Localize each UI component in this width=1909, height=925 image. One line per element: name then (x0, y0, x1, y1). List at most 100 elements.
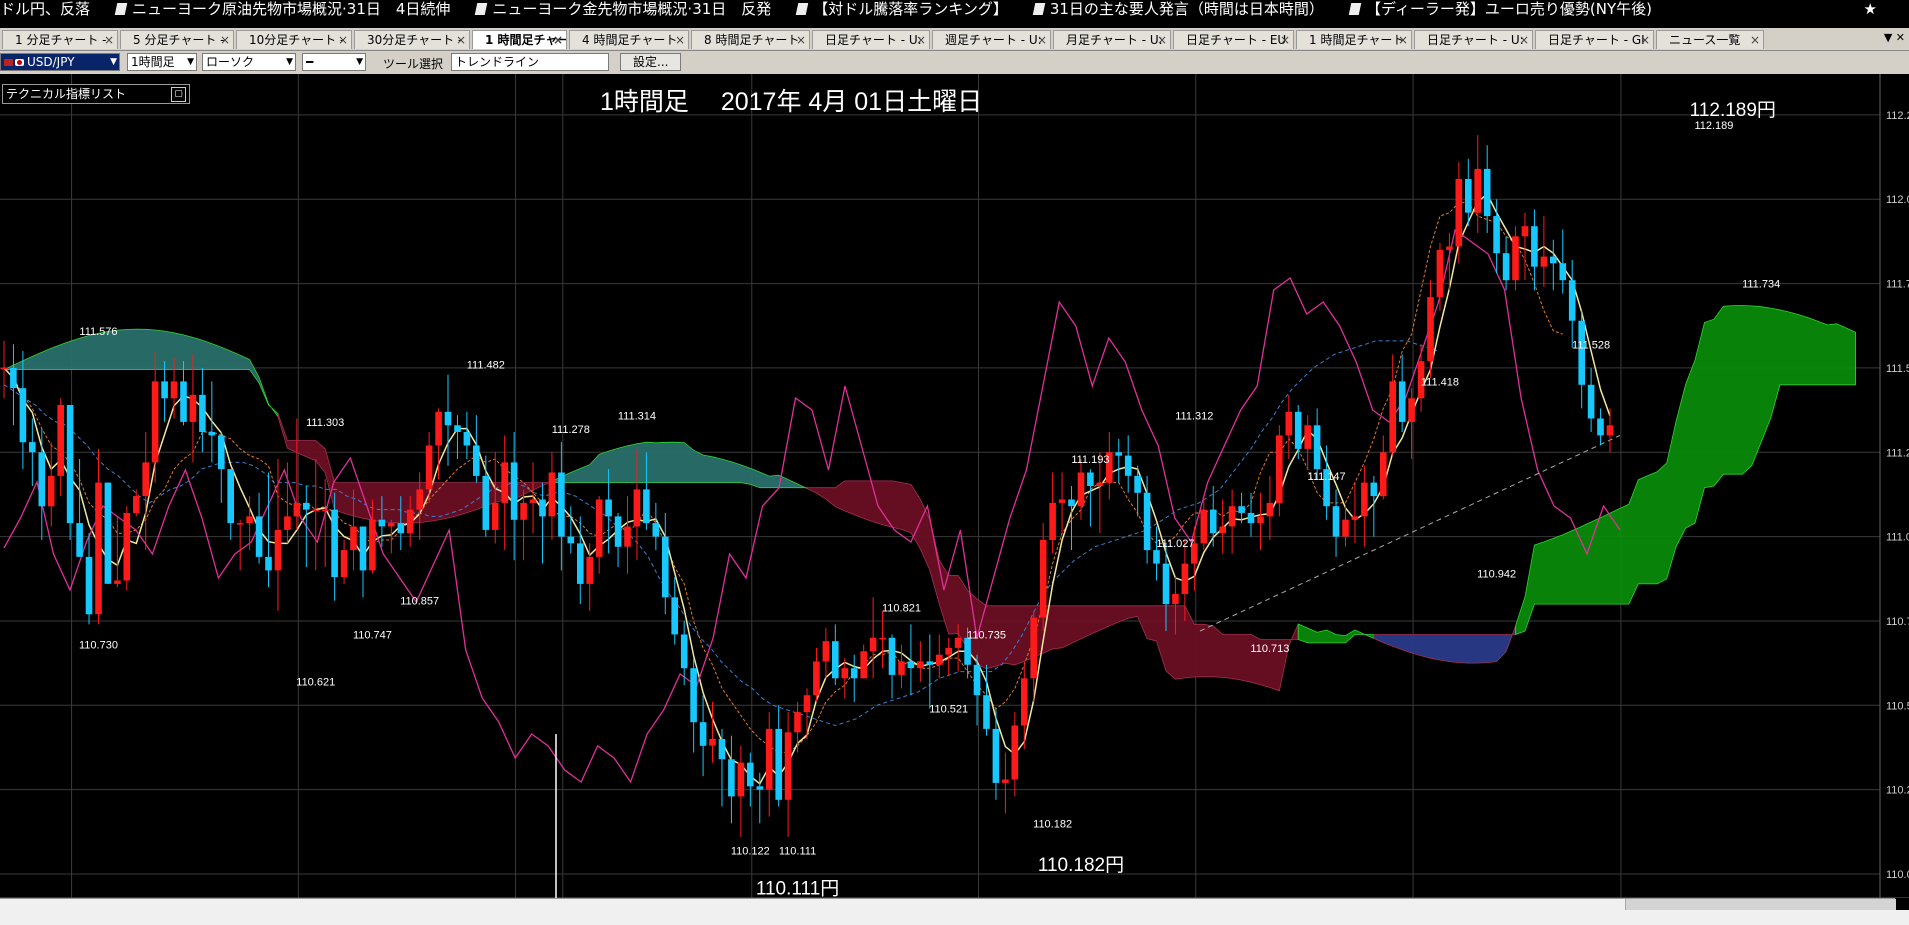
tab-chart-13[interactable]: 日足チャート - U: × (1414, 30, 1533, 49)
candle-body (529, 499, 537, 503)
candle-body (1021, 678, 1028, 726)
candle-body (350, 526, 357, 551)
candle-body (1436, 249, 1444, 297)
candle-body (161, 381, 168, 399)
tab-chart-9[interactable]: 週足チャート - U: × (932, 30, 1051, 49)
tab-chart-10[interactable]: 月足チャート - U: × (1053, 30, 1171, 49)
panel-close-icon[interactable]: ▢ (171, 87, 186, 102)
price-label: 111.734 (1742, 279, 1780, 291)
tab-chart-2[interactable]: 5 分足チャート - × (120, 30, 234, 49)
news-item[interactable]: ニューヨーク金先物市場概況·31日 反発 (475, 0, 771, 18)
candle-body (1446, 246, 1453, 250)
candle-body (1058, 499, 1066, 503)
timeframe-select[interactable]: 1時間足 ▼ (127, 53, 197, 71)
timeframe-value: 1時間足 (131, 55, 175, 69)
candle-body (643, 489, 650, 524)
price-label: 110.621 (296, 677, 335, 689)
candle-body (1531, 226, 1538, 267)
tab-chart-5[interactable]: 1 時間足チャート× (472, 30, 567, 49)
tab-chart-11[interactable]: 日足チャート - EU × (1173, 30, 1294, 49)
candle-body (142, 462, 149, 497)
line-style-value: ━ (306, 55, 314, 69)
candle-body (1304, 425, 1311, 449)
candle-body (1077, 472, 1085, 507)
line-style-select[interactable]: ━ ▼ (302, 53, 366, 71)
tab-chart-12[interactable]: 1 時間足チャート × (1296, 30, 1412, 49)
candle-body (577, 543, 584, 584)
tab-chart-1[interactable]: 1 分足チャート - × (2, 30, 118, 49)
tab-close-icon[interactable]: × (916, 31, 926, 49)
y-tick-label: 110.25 (1886, 785, 1909, 797)
candle-body (406, 509, 414, 534)
price-label: 110.521 (929, 704, 968, 716)
candle-body (1502, 253, 1510, 281)
tab-close-icon[interactable]: × (1750, 31, 1760, 49)
chevron-down-icon: ▼ (187, 57, 194, 67)
candle-body (1068, 499, 1075, 507)
candle-body (888, 637, 896, 675)
tab-label: 10分足チャート - (249, 33, 345, 47)
tab-close-icon[interactable]: × (1640, 31, 1650, 49)
chart-tab-bar: ▼ ✕ 1 分足チャート - × 5 分足チャート - × 10分足チャート - × 30分… (0, 28, 1909, 51)
document-icon (114, 3, 128, 15)
chart-background (0, 74, 1909, 898)
pair-select[interactable]: USD/JPY ▼ (0, 53, 120, 71)
tab-close-icon[interactable]: × (1519, 31, 1529, 49)
tab-close-icon[interactable]: × (1398, 31, 1408, 49)
candle-body (10, 367, 17, 389)
candle-body (1247, 513, 1255, 524)
candle-body (945, 647, 952, 655)
settings-button[interactable]: 設定... (620, 53, 682, 71)
news-text: 【対ドル騰落率ランキング】 (813, 0, 1008, 18)
news-item[interactable]: 31日の主な要人発言（時間は日本時間） (1032, 0, 1324, 18)
tab-close-icon[interactable]: × (220, 31, 230, 49)
indicator-list-panel[interactable]: テクニカル指標リスト ▢ (2, 84, 190, 104)
y-tick-label: 110.00 (1886, 869, 1909, 881)
price-label: 111.027 (1156, 538, 1194, 550)
document-icon (475, 3, 488, 15)
tab-menu-icon[interactable]: ▼ ✕ (1884, 31, 1905, 44)
price-chart[interactable]: 111.576 110.730 110.621 111.303 110.747 110.8… (0, 74, 1909, 915)
news-item[interactable]: ドル円、反落 (0, 0, 90, 18)
candle-body (303, 502, 310, 510)
candle-body (1200, 509, 1208, 544)
candle-body (784, 732, 792, 800)
tab-close-icon[interactable]: × (104, 31, 114, 49)
candle-body (1219, 526, 1226, 534)
tab-chart-4[interactable]: 30分足チャート - × (354, 30, 470, 49)
candle-body (293, 502, 301, 517)
candle-body (133, 496, 140, 513)
candle-body (1162, 563, 1170, 605)
news-item[interactable]: 【ディーラー発】ユーロ売り優勢(NY午後) (1348, 0, 1652, 18)
tab-close-icon[interactable]: × (1280, 31, 1290, 49)
tab-chart-15[interactable]: ニュース一覧 × (1656, 30, 1764, 49)
tool-select[interactable]: トレンドライン (451, 53, 609, 71)
tab-close-icon[interactable]: × (1157, 31, 1167, 49)
tab-close-icon[interactable]: × (675, 31, 685, 49)
news-text: 【ディーラー発】ユーロ売り優勢(NY午後) (1365, 0, 1652, 18)
tab-chart-7[interactable]: 8 時間足チャート × (691, 30, 810, 49)
tab-chart-8[interactable]: 日足チャート - U: × (812, 30, 930, 49)
tab-close-icon[interactable]: × (553, 31, 563, 49)
chart-type-value: ローソク (206, 55, 255, 69)
price-label: 111.418 (1421, 377, 1459, 389)
news-item[interactable]: 【対ドル騰落率ランキング】 (796, 0, 1008, 18)
tab-chart-14[interactable]: 日足チャート - GI × (1535, 30, 1654, 49)
candle-body (369, 519, 376, 571)
candle-body (614, 516, 622, 547)
tab-close-icon[interactable]: × (1037, 31, 1047, 49)
news-item[interactable]: ニューヨーク原油先物市場概況·31日 4日続伸 (114, 0, 450, 18)
candle-body (898, 661, 905, 675)
candle-body (803, 695, 811, 713)
tab-close-icon[interactable]: × (796, 31, 806, 49)
tab-chart-6[interactable]: 4 時間足チャート × (569, 30, 689, 49)
star-icon[interactable]: ★ (1864, 0, 1877, 18)
chart-type-select[interactable]: ローソク ▼ (202, 53, 296, 71)
tab-close-icon[interactable]: × (456, 31, 466, 49)
tab-chart-3[interactable]: 10分足チャート - × (236, 30, 352, 49)
candle-body (633, 489, 641, 527)
candle-body (832, 641, 839, 679)
tab-close-icon[interactable]: × (338, 31, 348, 49)
candle-body (331, 509, 338, 578)
candle-body (680, 634, 688, 669)
